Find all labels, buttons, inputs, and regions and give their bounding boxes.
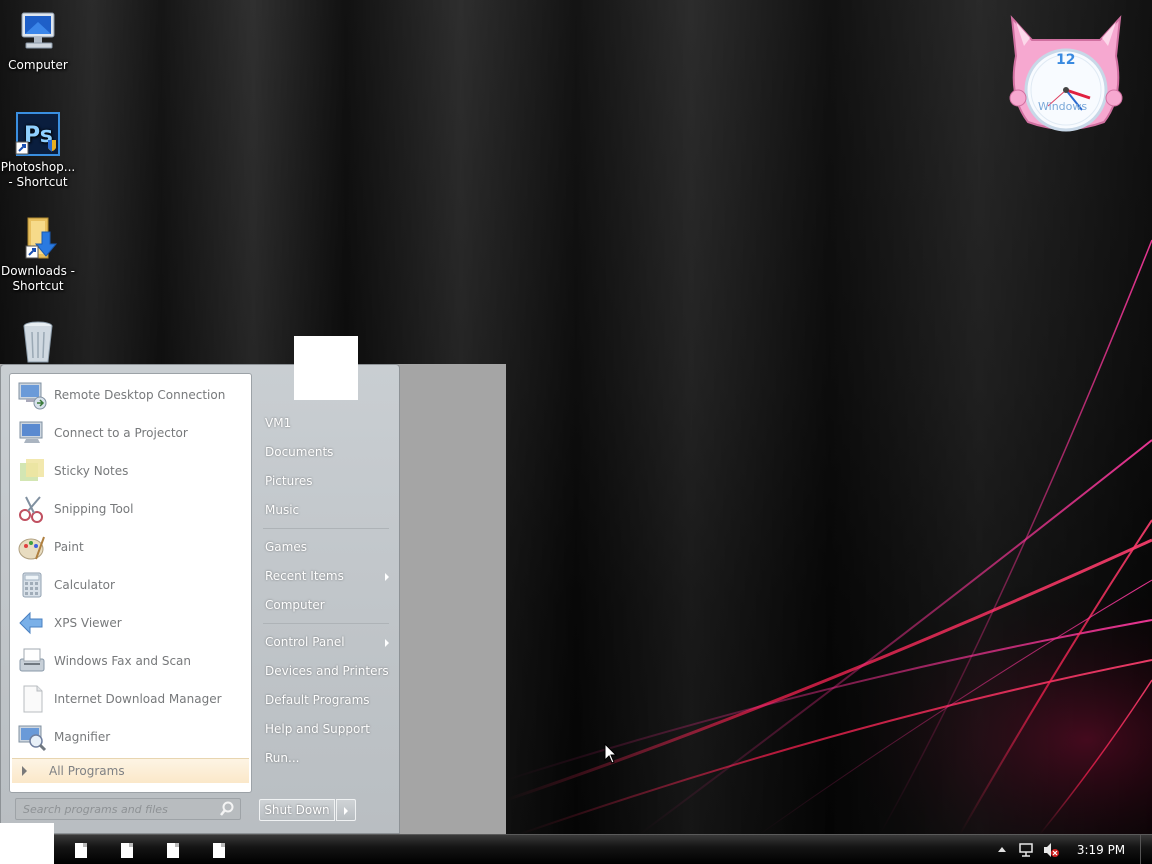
program-item-remote-desktop[interactable]: Remote Desktop Connection [12, 376, 249, 414]
right-item-label: Recent Items [265, 569, 344, 583]
start-right-item-pictures[interactable]: Pictures [265, 470, 393, 492]
right-item-label: Devices and Printers [265, 664, 389, 678]
program-item-calculator[interactable]: Calculator [12, 566, 249, 604]
program-label: Sticky Notes [54, 464, 129, 478]
desktop-icon-label: Downloads - Shortcut [0, 264, 76, 293]
submenu-arrow-icon [385, 573, 389, 581]
fax-scan-icon [16, 645, 48, 677]
program-label: Snipping Tool [54, 502, 134, 516]
triangle-right-icon [22, 766, 27, 776]
start-right-item-run[interactable]: Run... [265, 747, 393, 769]
taskbar-item-document-icon[interactable] [213, 843, 225, 858]
start-right-item-vm1[interactable]: VM1 [265, 412, 393, 434]
start-right-item-games[interactable]: Games [265, 536, 393, 558]
projector-icon [16, 417, 48, 449]
right-item-label: Default Programs [265, 693, 370, 707]
all-programs-button[interactable]: All Programs [12, 758, 249, 783]
right-item-label: Run... [265, 751, 300, 765]
search-input[interactable] [16, 799, 218, 819]
desktop-icon-label: Computer [8, 58, 68, 72]
program-item-idm[interactable]: Internet Download Manager [12, 680, 249, 718]
idm-icon [16, 683, 48, 715]
right-item-label: Help and Support [265, 722, 370, 736]
taskbar: 3:19 PM [0, 823, 1152, 864]
clock-gadget-number: 12 [1056, 52, 1076, 68]
desktop-icon-recycle-bin[interactable] [0, 318, 76, 368]
volume-muted-icon[interactable] [1042, 842, 1060, 858]
separator [263, 623, 389, 624]
desktop-icon-label: Photoshop... - Shortcut [0, 160, 76, 189]
triangle-right-icon [344, 807, 348, 815]
start-button[interactable] [0, 823, 54, 864]
right-item-label: Control Panel [265, 635, 345, 649]
program-item-xps-viewer[interactable]: XPS Viewer [12, 604, 249, 642]
show-hidden-icons-icon[interactable] [998, 847, 1006, 852]
program-item-sticky-notes[interactable]: Sticky Notes [12, 452, 249, 490]
network-icon[interactable] [1018, 842, 1036, 858]
program-label: Internet Download Manager [54, 692, 222, 706]
start-menu: Remote Desktop Connection Connect to a P… [0, 364, 506, 834]
start-right-item-recent-items[interactable]: Recent Items [265, 565, 393, 587]
desktop-icon-computer[interactable]: Computer [0, 8, 76, 73]
program-label: Connect to a Projector [54, 426, 188, 440]
right-item-label: Pictures [265, 474, 313, 488]
program-item-snipping-tool[interactable]: Snipping Tool [12, 490, 249, 528]
right-item-label: Music [265, 503, 300, 517]
user-picture[interactable] [294, 336, 358, 400]
taskbar-clock[interactable]: 3:19 PM [1066, 835, 1136, 864]
start-right-item-help-support[interactable]: Help and Support [265, 718, 393, 740]
program-label: XPS Viewer [54, 616, 122, 630]
submenu-arrow-icon [385, 639, 389, 647]
taskbar-item-document-icon[interactable] [167, 843, 179, 858]
magnifier-icon [16, 721, 48, 753]
all-programs-label: All Programs [49, 764, 125, 778]
start-right-item-documents[interactable]: Documents [265, 441, 393, 463]
start-menu-programs-pane: Remote Desktop Connection Connect to a P… [9, 373, 252, 793]
shut-down-options-button[interactable] [336, 799, 356, 821]
taskbar-item-document-icon[interactable] [75, 843, 87, 858]
photoshop-icon: Ps [14, 110, 62, 158]
program-label: Remote Desktop Connection [54, 388, 226, 402]
snipping-tool-icon [16, 493, 48, 525]
program-item-projector[interactable]: Connect to a Projector [12, 414, 249, 452]
right-item-label: Documents [265, 445, 334, 459]
program-item-paint[interactable]: Paint [12, 528, 249, 566]
sticky-notes-icon [16, 455, 48, 487]
mouse-cursor-icon [604, 743, 618, 764]
computer-icon [14, 8, 62, 56]
clock-gadget-icon [1009, 15, 1123, 132]
shut-down-button[interactable]: Shut Down [259, 799, 335, 821]
downloads-folder-icon [14, 214, 62, 262]
program-label: Windows Fax and Scan [54, 654, 192, 668]
recycle-bin-icon [14, 318, 62, 366]
remote-desktop-icon [16, 379, 48, 411]
desktop-icon-downloads[interactable]: Downloads - Shortcut [0, 214, 76, 294]
program-item-fax-scan[interactable]: Windows Fax and Scan [12, 642, 249, 680]
program-label: Paint [54, 540, 84, 554]
right-item-label: Games [265, 540, 307, 554]
start-right-item-music[interactable]: Music [265, 499, 393, 521]
show-desktop-button[interactable] [1140, 835, 1152, 864]
program-label: Magnifier [54, 730, 111, 744]
start-search-box[interactable] [15, 798, 241, 820]
xps-viewer-icon [16, 607, 48, 639]
start-right-item-computer[interactable]: Computer [265, 594, 393, 616]
program-item-magnifier[interactable]: Magnifier [12, 718, 249, 756]
clock-gadget[interactable]: 12 Windows [1004, 6, 1128, 134]
desktop-icon-photoshop[interactable]: Ps Photoshop... - Shortcut [0, 110, 76, 190]
clock-gadget-brand: Windows [1038, 100, 1088, 113]
separator [263, 528, 389, 529]
search-icon[interactable] [218, 800, 236, 818]
start-right-item-control-panel[interactable]: Control Panel [265, 631, 393, 653]
start-menu-frame: Remote Desktop Connection Connect to a P… [0, 364, 400, 834]
program-label: Calculator [54, 578, 115, 592]
start-right-item-default-programs[interactable]: Default Programs [265, 689, 393, 711]
right-item-label: VM1 [265, 416, 292, 430]
right-item-label: Computer [265, 598, 325, 612]
calculator-icon [16, 569, 48, 601]
taskbar-item-document-icon[interactable] [121, 843, 133, 858]
start-right-item-devices-printers[interactable]: Devices and Printers [265, 660, 393, 682]
paint-icon [16, 531, 48, 563]
